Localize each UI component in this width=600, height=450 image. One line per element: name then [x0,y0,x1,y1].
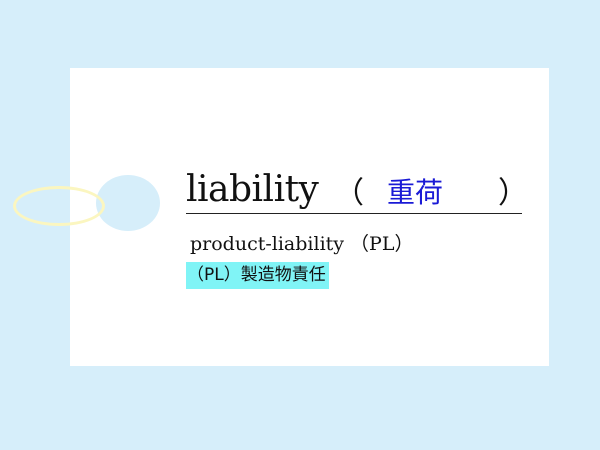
translation-highlight: （PL）製造物責任 [186,262,329,289]
answer-text[interactable]: 重荷 [387,171,443,211]
headword-row: liability （ 重荷 ） [186,168,528,214]
tag-hole [96,175,160,231]
headword: liability [186,169,319,210]
open-paren: （ [334,176,364,211]
close-paren: ） [498,176,528,211]
example-phrase: product-liability （PL） [190,233,414,255]
tag-string-loop [13,186,105,226]
